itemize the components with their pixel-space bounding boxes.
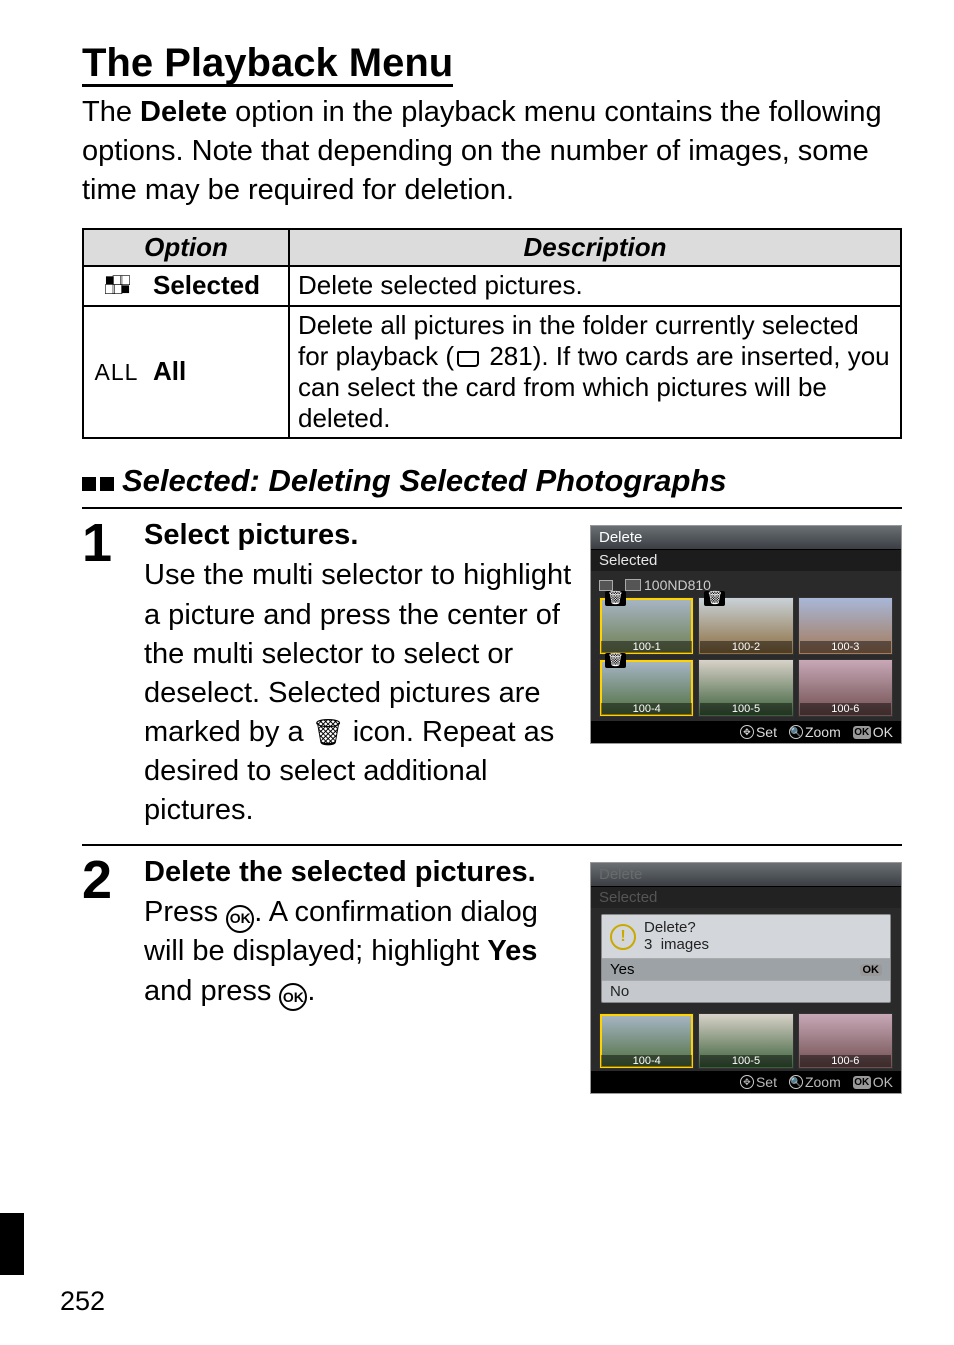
zoom-icon: 🔍 [789,1075,803,1089]
step-2-screenshot: Delete Selected ! Delete? 3 images Yes O… [590,862,902,1094]
step-2-text: Press OK. A confirmation dialog will be … [144,893,572,1010]
thumb-trash-icon: 🗑 [605,653,626,667]
step-1-text: Use the multi selector to highlight a pi… [144,556,572,830]
step-1-number: 1 [82,519,126,568]
thumbnail-row: 100-4 100-5 100-6 [591,1009,901,1071]
camera-screenshot: Delete Selected 100ND810 🗑100-1 🗑100-2 1… [590,525,902,744]
shot-title: Delete [591,863,901,887]
confirm-question: Delete? [644,920,709,937]
ok-icon: OK [860,964,883,976]
book-ref-icon [457,351,479,367]
step-1: 1 Select pictures. Use the multi selecto… [82,507,902,844]
step-1-screenshot: Delete Selected 100ND810 🗑100-1 🗑100-2 1… [590,525,902,744]
confirm-dialog: ! Delete? 3 images Yes OK No [601,914,891,1003]
shot-title: Delete [591,526,901,550]
side-tab [0,1213,24,1275]
nav-icon: ✥ [740,725,754,739]
confirm-yes[interactable]: Yes OK [602,958,890,980]
step-2-title: Delete the selected pictures. [144,856,572,889]
intro-before: The [82,96,140,128]
subheading: Selected: Deleting Selected Photographs [82,463,902,499]
shot-footer: ✥Set 🔍Zoom OKOK [591,1071,901,1093]
intro-paragraph: The Delete option in the playback menu c… [82,93,902,210]
thumb-trash-icon: 🗑 [605,591,626,605]
ok-button-icon: OK [279,983,307,1011]
selected-label: Selected [149,266,289,305]
camera-screenshot-confirm: Delete Selected ! Delete? 3 images Yes O… [590,862,902,1094]
zoom-icon: 🔍 [789,725,803,739]
all-desc: Delete all pictures in the folder curren… [289,306,901,439]
all-icon: ALL [83,306,149,439]
col-option: Option [83,229,289,266]
step-2: 2 Delete the selected pictures. Press OK… [82,844,902,1108]
squares-icon [82,477,114,491]
folder-icon [625,579,641,591]
ok-button-icon: OK [226,905,254,933]
nav-icon: ✥ [740,1075,754,1089]
options-table: Option Description ■□□□□■ Selected Delet… [82,228,902,439]
trash-icon: 🗑 [312,717,345,747]
confirm-no[interactable]: No [602,980,890,1002]
page-number: 252 [60,1286,105,1317]
shot-subtitle: Selected [591,550,901,571]
warning-icon: ! [610,924,636,950]
thumb-trash-icon: 🗑 [704,591,725,605]
step-2-number: 2 [82,856,126,905]
ok-icon: OK [853,1076,871,1089]
folder-row: 100ND810 [599,577,893,593]
subheading-text: Selected: Deleting Selected Photographs [122,463,727,499]
folder-name: 100ND810 [644,577,711,593]
shot-footer: ✥Set 🔍Zoom OKOK [591,721,901,743]
intro-bold: Delete [140,96,227,128]
shot-subtitle: Selected [591,887,901,908]
col-description: Description [289,229,901,266]
ok-icon: OK [853,726,871,739]
page-title: The Playback Menu [82,42,453,87]
table-row: ALL All Delete all pictures in the folde… [83,306,901,439]
step-1-title: Select pictures. [144,519,572,552]
card-icon [599,580,613,591]
selected-desc: Delete selected pictures. [289,266,901,305]
all-label: All [149,306,289,439]
table-row: ■□□□□■ Selected Delete selected pictures… [83,266,901,305]
selected-icon: ■□□□□■ [83,266,149,305]
thumbnail-grid: 🗑100-1 🗑100-2 100-3 🗑100-4 100-5 100-6 [599,597,893,717]
